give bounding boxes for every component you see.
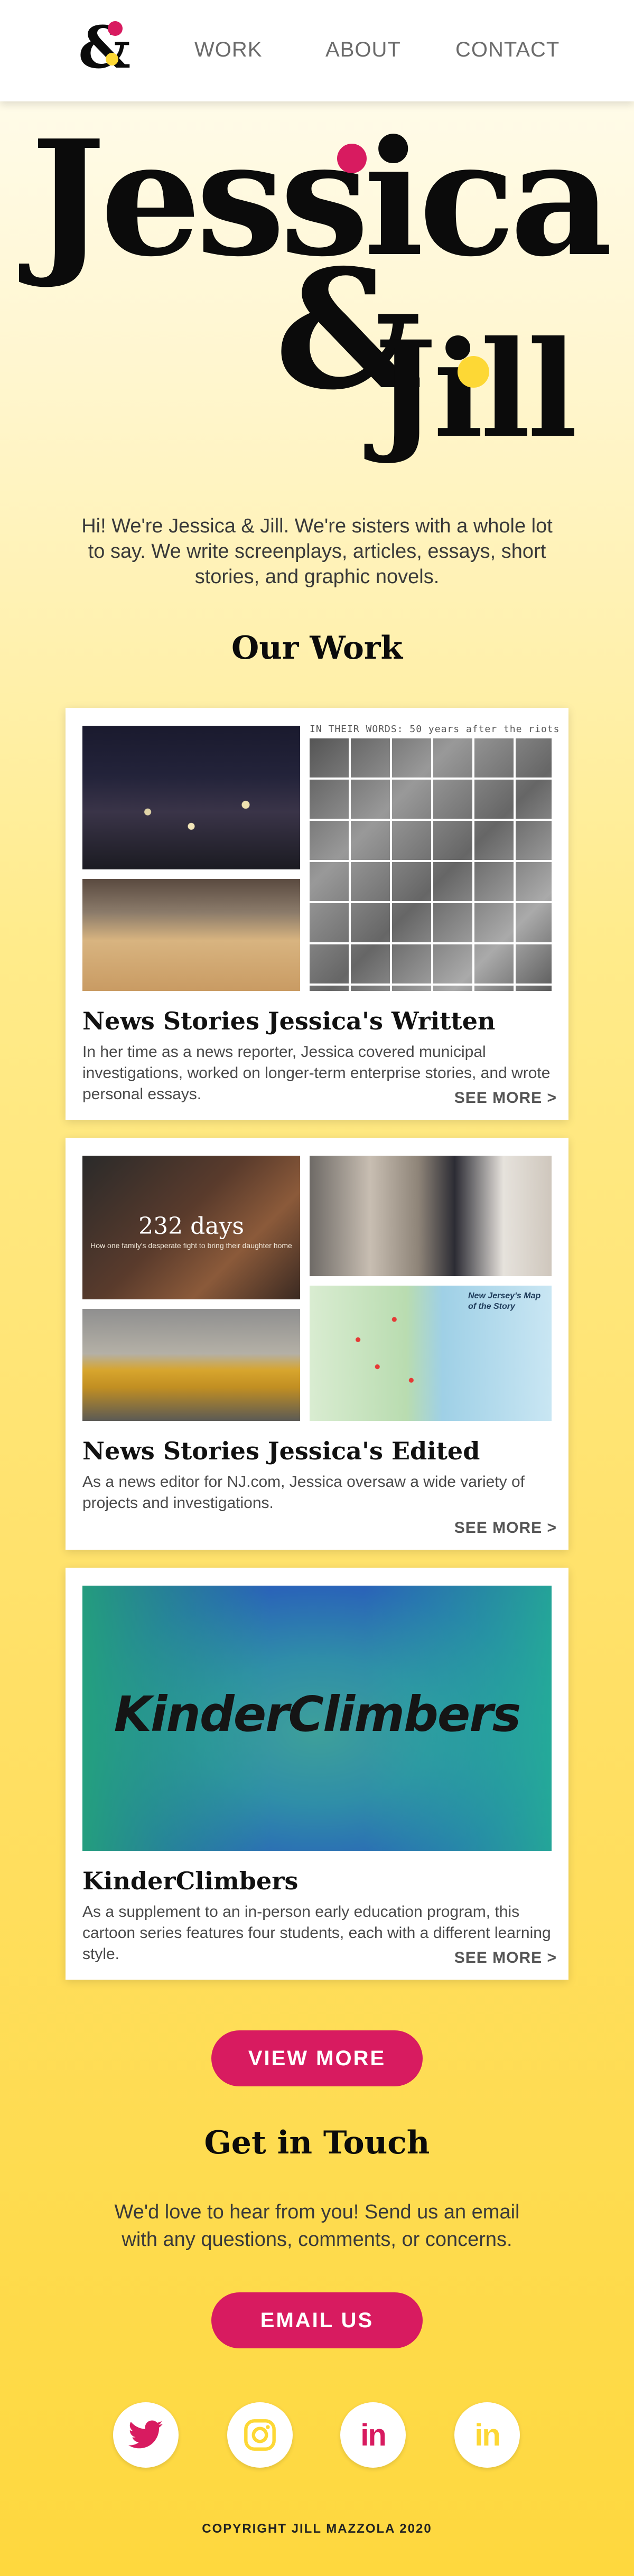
work-card-written[interactable]: IN THEIR WORDS: 50 years after the riots… xyxy=(66,708,568,1120)
kinderclimbers-banner: KinderClimbers xyxy=(82,1586,552,1851)
card-title: News Stories Jessica's Edited xyxy=(82,1437,480,1465)
instagram-icon[interactable] xyxy=(227,2402,293,2468)
view-more-button[interactable]: VIEW MORE xyxy=(211,2030,423,2086)
linkedin-icon[interactable]: in xyxy=(340,2402,406,2468)
logo-icon[interactable]: & xyxy=(74,17,132,86)
work-card-edited[interactable]: 232 days How one family's desperate figh… xyxy=(66,1138,568,1550)
linkedin-glyph: in xyxy=(360,2418,387,2452)
copyright-text: COPYRIGHT JILL MAZZOLA 2020 xyxy=(202,2522,432,2536)
gym-photo xyxy=(82,879,300,991)
email-us-button[interactable]: EMAIL US xyxy=(211,2292,423,2348)
see-more-link[interactable]: SEE MORE > xyxy=(454,1949,557,1967)
get-in-touch-heading: Get in Touch xyxy=(204,2124,430,2161)
work-card-kinderclimbers[interactable]: KinderClimbers KinderClimbers As a suppl… xyxy=(66,1568,568,1980)
portrait-grid-image xyxy=(310,738,552,991)
linkedin-glyph: in xyxy=(474,2418,501,2452)
svg-text:&: & xyxy=(78,17,130,81)
top-nav: & WORK ABOUT CONTACT xyxy=(0,0,634,101)
see-more-link[interactable]: SEE MORE > xyxy=(454,1089,557,1107)
twitter-icon[interactable] xyxy=(113,2402,179,2468)
portrait-grid-caption: IN THEIR WORDS: 50 years after the riots xyxy=(310,724,560,735)
map-caption: New Jersey's Map of the Story xyxy=(468,1291,541,1311)
intro-text: Hi! We're Jessica & Jill. We're sisters … xyxy=(81,515,553,588)
nj-map-image: New Jersey's Map of the Story xyxy=(310,1286,552,1421)
hero-title-jill: Jill xyxy=(374,312,577,467)
nav-contact-link[interactable]: CONTACT xyxy=(455,38,560,62)
school-bus-photo xyxy=(82,1309,300,1421)
kinderclimbers-logo-text: KinderClimbers xyxy=(114,1686,521,1743)
portrait-photo xyxy=(310,1156,552,1276)
twitter-bird-icon xyxy=(128,2420,163,2449)
232-days-subhead: How one family's desperate fight to brin… xyxy=(90,1241,292,1250)
232-days-photo: 232 days How one family's desperate figh… xyxy=(82,1156,300,1299)
yellow-dot-accent xyxy=(458,356,489,388)
card-title: KinderClimbers xyxy=(82,1867,299,1895)
instagram-camera-icon xyxy=(244,2419,276,2451)
linkedin-icon[interactable]: in xyxy=(454,2402,520,2468)
card-description: As a news editor for NJ.com, Jessica ove… xyxy=(82,1473,525,1512)
contact-text: We'd love to hear from you! Send us an e… xyxy=(114,2201,520,2251)
nav-work-link[interactable]: WORK xyxy=(194,38,262,62)
232-days-headline: 232 days xyxy=(138,1213,244,1240)
vigil-photo xyxy=(82,726,300,869)
nav-about-link[interactable]: ABOUT xyxy=(325,38,401,62)
card-title: News Stories Jessica's Written xyxy=(82,1007,496,1035)
see-more-link[interactable]: SEE MORE > xyxy=(454,1519,557,1537)
pink-dot-accent xyxy=(337,144,367,173)
our-work-heading: Our Work xyxy=(231,630,403,667)
